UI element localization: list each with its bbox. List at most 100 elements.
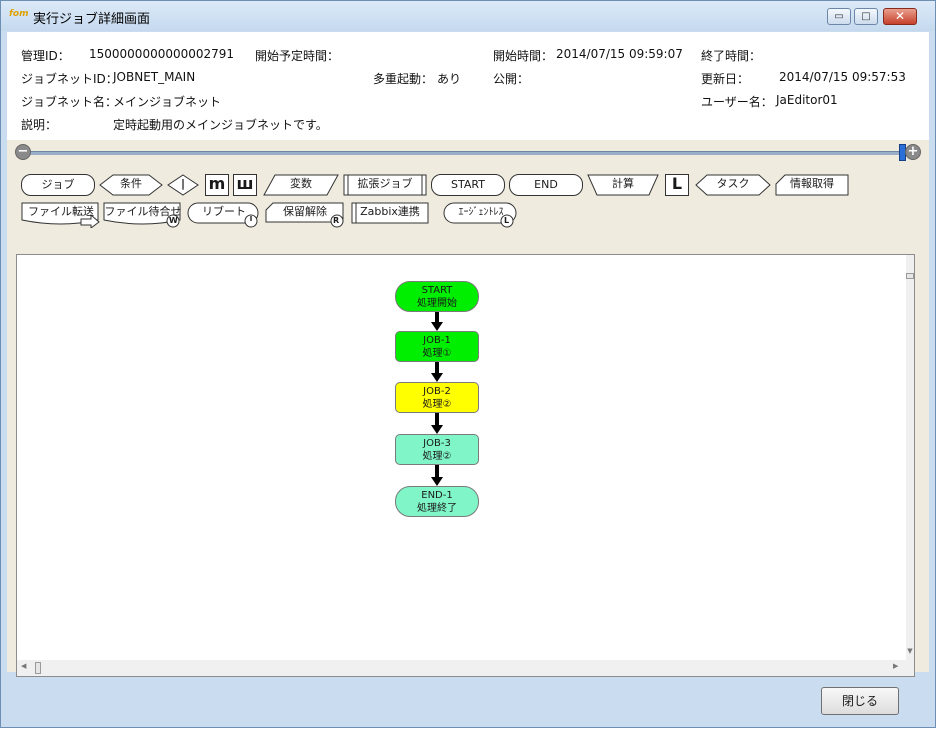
palette-zabbix-label: Zabbix連携 (360, 205, 420, 218)
palette-hold-release[interactable]: 保留解除 R (265, 202, 345, 228)
close-button[interactable]: 閉じる (821, 687, 899, 715)
palette-end[interactable]: END (509, 174, 583, 196)
palette-info-get-label: 情報取得 (790, 177, 834, 190)
flow-node-end-1[interactable]: END-1 処理終了 (395, 486, 479, 517)
flow-node-name: 処理開始 (417, 298, 457, 309)
palette-calc[interactable]: 計算 (587, 174, 659, 196)
flow-node-id: JOB-3 (423, 438, 451, 449)
palette-reboot[interactable]: リブート (187, 202, 261, 228)
jobnet-id-value: JOBNET_MAIN (113, 70, 196, 84)
flow-node-name: 処理② (422, 451, 452, 462)
palette-file-transfer-label: ファイル転送 (28, 205, 94, 218)
palette-start-label: START (451, 178, 485, 191)
flow-node-id: END-1 (421, 490, 453, 501)
flow-node-start[interactable]: START 処理開始 (395, 281, 479, 312)
flow-node-id: JOB-2 (423, 386, 451, 397)
palette-agentless-label: ｴｰｼﾞｪﾝﾄﾚｽ (458, 207, 504, 218)
end-time-label: 終了時間： (701, 49, 762, 63)
palette-info-get[interactable]: 情報取得 (775, 174, 849, 196)
arrow-down-icon (431, 322, 443, 331)
zoom-in-icon[interactable]: + (905, 144, 921, 160)
flow-canvas[interactable]: START 処理開始 JOB-1 処理① JOB-2 処理② JOB-3 処理② (16, 254, 915, 677)
flow-node-name: 処理終了 (417, 503, 457, 514)
description-value: 定時起動用のメインジョブネットです。 (113, 118, 328, 132)
flow-node-job-3[interactable]: JOB-3 処理② (395, 434, 479, 465)
window-title: 実行ジョブ詳細画面 (33, 12, 151, 27)
multi-start-value: あり (437, 72, 462, 86)
file-wait-badge-icon: W (169, 216, 178, 225)
title-bar[interactable]: fom 実行ジョブ詳細画面 ▭ □ ✕ (1, 1, 935, 31)
hold-release-badge-icon: R (333, 216, 340, 225)
palette-reboot-label: リブート (202, 205, 246, 218)
user-name-value: JaEditor01 (776, 93, 838, 107)
palette-file-transfer[interactable]: ファイル転送 (21, 202, 101, 228)
multi-start-label: 多重起動： (373, 72, 434, 86)
palette-job[interactable]: ジョブ (21, 174, 95, 196)
palette-parallel-start-label: | (180, 177, 186, 190)
start-time-label: 開始時間： (493, 49, 554, 63)
palette-extended-job-label: 拡張ジョブ (357, 177, 413, 190)
maximize-button[interactable]: □ (854, 8, 878, 25)
main-content: 管理ID： 1500000000000002791 開始予定時間： 開始時間： … (7, 32, 929, 677)
arrow-down-icon (431, 373, 443, 382)
palette-agentless[interactable]: ｴｰｼﾞｪﾝﾄﾚｽ L (443, 202, 519, 228)
jobnet-name-label: ジョブネット名： (21, 95, 118, 109)
flow-node-name: 処理① (422, 348, 452, 359)
description-label: 説明： (21, 118, 58, 132)
palette-loop[interactable]: L (665, 174, 689, 196)
job-detail-window: fom 実行ジョブ詳細画面 ▭ □ ✕ 管理ID： 15000000000000… (0, 0, 936, 728)
palette-parallel-end-m[interactable]: m (205, 174, 229, 196)
palette-extended-job[interactable]: 拡張ジョブ (343, 174, 427, 196)
flow-node-name: 処理② (422, 399, 452, 410)
palette-variable-label: 変数 (290, 177, 312, 190)
palette-condition-label: 条件 (120, 177, 142, 190)
scroll-down-icon[interactable]: ▼ (906, 647, 914, 655)
horizontal-scrollbar[interactable]: ◀ ▶ (17, 660, 906, 676)
palette-parallel-end-w[interactable]: ш (233, 174, 257, 196)
vertical-scrollbar-thumb[interactable] (906, 273, 914, 279)
public-label: 公開： (493, 72, 530, 86)
horizontal-scrollbar-thumb[interactable] (35, 662, 41, 674)
palette-variable[interactable]: 変数 (263, 174, 339, 196)
palette-parallel-start[interactable]: | (167, 174, 199, 196)
flow-node-id: JOB-1 (423, 335, 451, 346)
palette-end-label: END (534, 178, 558, 191)
palette-task-label: タスク (716, 177, 750, 190)
scroll-left-icon[interactable]: ◀ (21, 662, 26, 670)
palette-loop-label: L (671, 174, 683, 193)
scheduled-start-label: 開始予定時間： (255, 49, 340, 63)
flow-node-job-2[interactable]: JOB-2 処理② (395, 382, 479, 413)
manage-id-label: 管理ID： (21, 49, 70, 63)
flow-node-id: START (421, 285, 453, 296)
palette-parallel-end-m-label: m (208, 174, 226, 193)
jobnet-id-label: ジョブネットID： (21, 72, 118, 86)
close-window-button[interactable]: ✕ (883, 8, 917, 25)
scroll-right-icon[interactable]: ▶ (893, 662, 898, 670)
zoom-out-icon[interactable]: − (15, 144, 31, 160)
palette-start[interactable]: START (431, 174, 505, 196)
updated-label: 更新日： (701, 72, 750, 86)
palette-calc-label: 計算 (612, 177, 634, 190)
manage-id-value: 1500000000000002791 (89, 47, 235, 61)
arrow-down-icon (431, 477, 443, 486)
agentless-badge-icon: L (504, 216, 510, 225)
app-logo-icon: fom (9, 9, 29, 19)
arrow-down-icon (431, 425, 443, 434)
zoom-slider-track[interactable] (27, 151, 905, 155)
palette-parallel-end-w-label: ш (236, 174, 254, 193)
flow-node-job-1[interactable]: JOB-1 処理① (395, 331, 479, 362)
palette-job-label: ジョブ (41, 178, 75, 191)
start-time-value: 2014/07/15 09:59:07 (556, 47, 683, 61)
icon-palette: ジョブ 条件 | m ш 変数 拡張ジョブ START END 計算 L タスク… (7, 166, 929, 248)
zoom-slider[interactable]: − + (15, 144, 921, 162)
updated-value: 2014/07/15 09:57:53 (779, 70, 906, 84)
palette-task[interactable]: タスク (695, 174, 771, 196)
palette-condition[interactable]: 条件 (99, 174, 163, 196)
minimize-button[interactable]: ▭ (827, 8, 851, 25)
palette-file-wait[interactable]: ファイル待合せ W (103, 202, 183, 228)
user-name-label: ユーザー名： (701, 95, 773, 109)
vertical-scrollbar[interactable]: ▼ (906, 255, 914, 676)
palette-zabbix[interactable]: Zabbix連携 (351, 202, 429, 224)
info-panel: 管理ID： 1500000000000002791 開始予定時間： 開始時間： … (7, 32, 929, 140)
palette-hold-release-label: 保留解除 (283, 205, 327, 218)
